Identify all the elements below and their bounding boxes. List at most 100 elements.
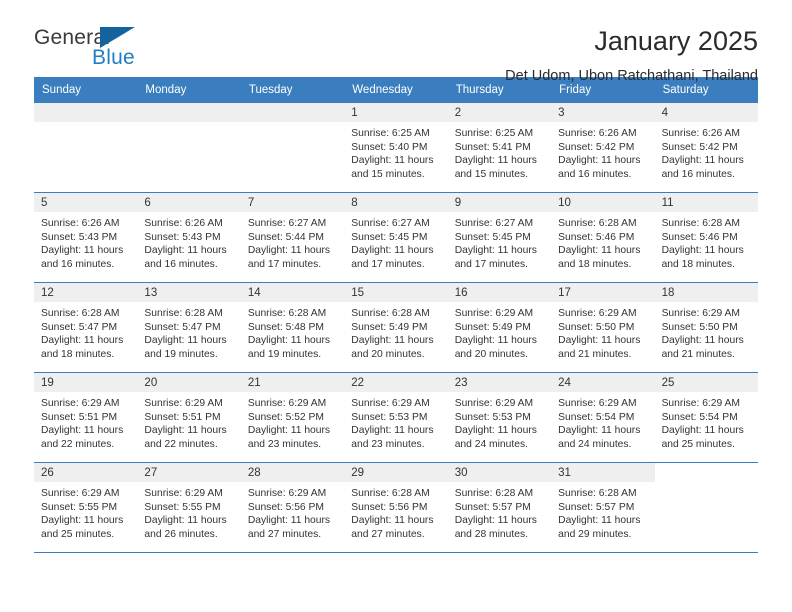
calendar-day-cell[interactable]: 28 Sunrise: 6:29 AM Sunset: 5:56 PM Dayligh… [240,463,345,552]
sunrise-time: Sunrise: 6:28 AM [558,488,637,499]
calendar-day-cell[interactable]: 2 Sunrise: 6:25 AM Sunset: 5:41 PM Daylight… [447,103,552,192]
daylight-duration-line1: Daylight: 11 hours [558,335,641,347]
calendar-day-cell[interactable]: 1 Sunrise: 6:25 AM Sunset: 5:40 PM Daylight… [344,103,448,192]
sunrise-time: Sunrise: 6:26 AM [41,218,120,229]
weekday-monday: Monday [145,84,187,96]
title-block: January 2025 Det Udom, Ubon Ratchathani,… [505,26,758,84]
sunset-time: Sunset: 5:47 PM [144,321,221,333]
weekday-thursday: Thursday [455,84,504,96]
daylight-duration-line2: and 18 minutes. [661,258,735,270]
calendar-day-cell[interactable]: 14 Sunrise: 6:28 AM Sunset: 5:48 PM Dayligh… [240,283,345,372]
day-number: 9 [447,193,552,212]
daylight-duration-line1: Daylight: 11 hours [247,515,331,527]
calendar-week-row: 19 Sunrise: 6:29 AM Sunset: 5:51 PM Dayligh… [34,373,758,463]
daylight-duration-line2: and 21 minutes. [661,348,735,360]
calendar-day-cell[interactable]: 13 Sunrise: 6:28 AM Sunset: 5:47 PM Dayligh… [137,283,241,372]
day-number: 21 [240,373,345,392]
day-number: 10 [551,193,655,212]
calendar-day-cell[interactable]: 25 Sunrise: 6:29 AM Sunset: 5:54 PM Dayligh… [654,373,758,462]
daylight-duration-line1: Daylight: 11 hours [558,245,641,257]
calendar-day-cell[interactable]: 23 Sunrise: 6:29 AM Sunset: 5:53 PM Dayligh… [447,373,552,462]
sunset-time: Sunset: 5:44 PM [247,231,324,243]
day-details: Sunrise: 6:28 AM Sunset: 5:47 PM Daylight:… [34,302,137,361]
calendar-day-cell[interactable]: 12 Sunrise: 6:28 AM Sunset: 5:47 PM Dayligh… [34,283,138,372]
daylight-duration-line2: and 17 minutes. [454,258,528,270]
calendar-day-cell[interactable]: 10 Sunrise: 6:28 AM Sunset: 5:46 PM Dayligh… [551,193,655,282]
daylight-duration-line2: and 24 minutes. [454,438,528,450]
day-details: Sunrise: 6:28 AM Sunset: 5:46 PM Daylight:… [655,212,758,271]
calendar-day-cell[interactable]: 15 Sunrise: 6:28 AM Sunset: 5:49 PM Dayligh… [344,283,448,372]
sunrise-time: Sunrise: 6:29 AM [144,488,223,499]
sunset-time: Sunset: 5:53 PM [454,411,531,423]
calendar-week-row: 26 Sunrise: 6:29 AM Sunset: 5:55 PM Dayligh… [34,463,758,553]
calendar-day-cell[interactable]: 4 Sunrise: 6:26 AM Sunset: 5:42 PM Daylight… [654,103,758,192]
day-number: 12 [34,283,138,302]
daylight-duration-line2: and 25 minutes. [661,438,735,450]
sunset-time: Sunset: 5:54 PM [661,411,738,423]
calendar-day-cell[interactable]: 5 Sunrise: 6:26 AM Sunset: 5:43 PM Daylight… [34,193,138,282]
day-number: 8 [344,193,448,212]
daylight-duration-line2: and 19 minutes. [247,348,322,360]
daylight-duration-line2: and 22 minutes. [41,438,115,450]
daylight-duration-line1: Daylight: 11 hours [41,335,124,347]
calendar-day-cell[interactable]: 26 Sunrise: 6:29 AM Sunset: 5:55 PM Dayligh… [34,463,138,552]
calendar-day-cell[interactable]: 17 Sunrise: 6:29 AM Sunset: 5:50 PM Dayligh… [551,283,655,372]
calendar-day-cell[interactable]: 8 Sunrise: 6:27 AM Sunset: 5:45 PM Daylight… [344,193,448,282]
sunrise-time: Sunrise: 6:29 AM [144,398,223,409]
calendar-day-cell[interactable]: 6 Sunrise: 6:26 AM Sunset: 5:43 PM Daylight… [137,193,241,282]
day-details: Sunrise: 6:29 AM Sunset: 5:53 PM Daylight:… [344,392,447,451]
calendar-day-cell[interactable]: 19 Sunrise: 6:29 AM Sunset: 5:51 PM Dayligh… [34,373,138,462]
weekday-saturday: Saturday [662,84,709,96]
calendar-day-cell[interactable]: 22 Sunrise: 6:29 AM Sunset: 5:53 PM Dayligh… [344,373,448,462]
calendar-day-cell-empty [137,103,241,192]
calendar-day-cell[interactable]: 27 Sunrise: 6:29 AM Sunset: 5:55 PM Dayligh… [137,463,241,552]
sunrise-time: Sunrise: 6:29 AM [558,308,637,319]
day-number: 4 [654,103,758,122]
daylight-duration-line1: Daylight: 11 hours [454,155,537,167]
day-number: 11 [654,193,758,212]
daylight-duration-line2: and 27 minutes. [247,528,322,540]
day-number: 1 [344,103,448,122]
sunset-time: Sunset: 5:51 PM [144,411,221,423]
daylight-duration-line2: and 25 minutes. [41,528,115,540]
day-number: 17 [551,283,655,302]
day-number: 31 [551,463,655,482]
day-details: Sunrise: 6:29 AM Sunset: 5:53 PM Daylight:… [448,392,551,451]
daylight-duration-line1: Daylight: 11 hours [454,515,537,527]
daylight-duration-line1: Daylight: 11 hours [247,245,331,257]
calendar-day-cell[interactable]: 11 Sunrise: 6:28 AM Sunset: 5:46 PM Dayligh… [654,193,758,282]
sunset-time: Sunset: 5:43 PM [41,231,118,243]
daylight-duration-line1: Daylight: 11 hours [41,425,124,437]
calendar-day-cell[interactable]: 7 Sunrise: 6:27 AM Sunset: 5:44 PM Daylight… [240,193,345,282]
calendar-day-cell[interactable]: 31 Sunrise: 6:28 AM Sunset: 5:57 PM Dayligh… [551,463,655,552]
sunset-time: Sunset: 5:48 PM [247,321,324,333]
sunset-time: Sunset: 5:45 PM [351,231,428,243]
sunrise-time: Sunrise: 6:27 AM [247,218,327,229]
daylight-duration-line1: Daylight: 11 hours [144,425,227,437]
sunrise-time: Sunrise: 6:25 AM [351,128,430,139]
calendar-day-cell-empty [654,463,758,552]
weekday-tuesday: Tuesday [248,84,293,96]
sunrise-time: Sunrise: 6:25 AM [454,128,534,139]
daylight-duration-line2: and 18 minutes. [41,348,115,360]
daylight-duration-line2: and 22 minutes. [144,438,218,450]
calendar-day-cell[interactable]: 16 Sunrise: 6:29 AM Sunset: 5:49 PM Dayligh… [447,283,552,372]
daylight-duration-line1: Daylight: 11 hours [351,335,434,347]
sunrise-time: Sunrise: 6:29 AM [351,398,430,409]
calendar-day-cell[interactable]: 18 Sunrise: 6:29 AM Sunset: 5:50 PM Dayligh… [654,283,758,372]
daylight-duration-line1: Daylight: 11 hours [351,515,434,527]
calendar-day-cell[interactable]: 20 Sunrise: 6:29 AM Sunset: 5:51 PM Dayligh… [137,373,241,462]
day-number [240,103,345,122]
sunset-time: Sunset: 5:56 PM [247,501,324,513]
calendar-day-cell[interactable]: 3 Sunrise: 6:26 AM Sunset: 5:42 PM Daylight… [551,103,655,192]
calendar-day-cell[interactable]: 24 Sunrise: 6:29 AM Sunset: 5:54 PM Dayligh… [551,373,655,462]
calendar-day-cell[interactable]: 21 Sunrise: 6:29 AM Sunset: 5:52 PM Dayligh… [240,373,345,462]
calendar-day-cell[interactable]: 9 Sunrise: 6:27 AM Sunset: 5:45 PM Daylight… [447,193,552,282]
day-details: Sunrise: 6:29 AM Sunset: 5:49 PM Daylight:… [448,302,551,361]
day-details: Sunrise: 6:28 AM Sunset: 5:57 PM Daylight:… [551,482,654,541]
daylight-duration-line1: Daylight: 11 hours [144,245,227,257]
general-blue-logo[interactable]: General Blue [34,26,164,72]
day-number: 30 [447,463,552,482]
calendar-day-cell[interactable]: 30 Sunrise: 6:28 AM Sunset: 5:57 PM Dayligh… [447,463,552,552]
calendar-day-cell[interactable]: 29 Sunrise: 6:28 AM Sunset: 5:56 PM Dayligh… [344,463,448,552]
